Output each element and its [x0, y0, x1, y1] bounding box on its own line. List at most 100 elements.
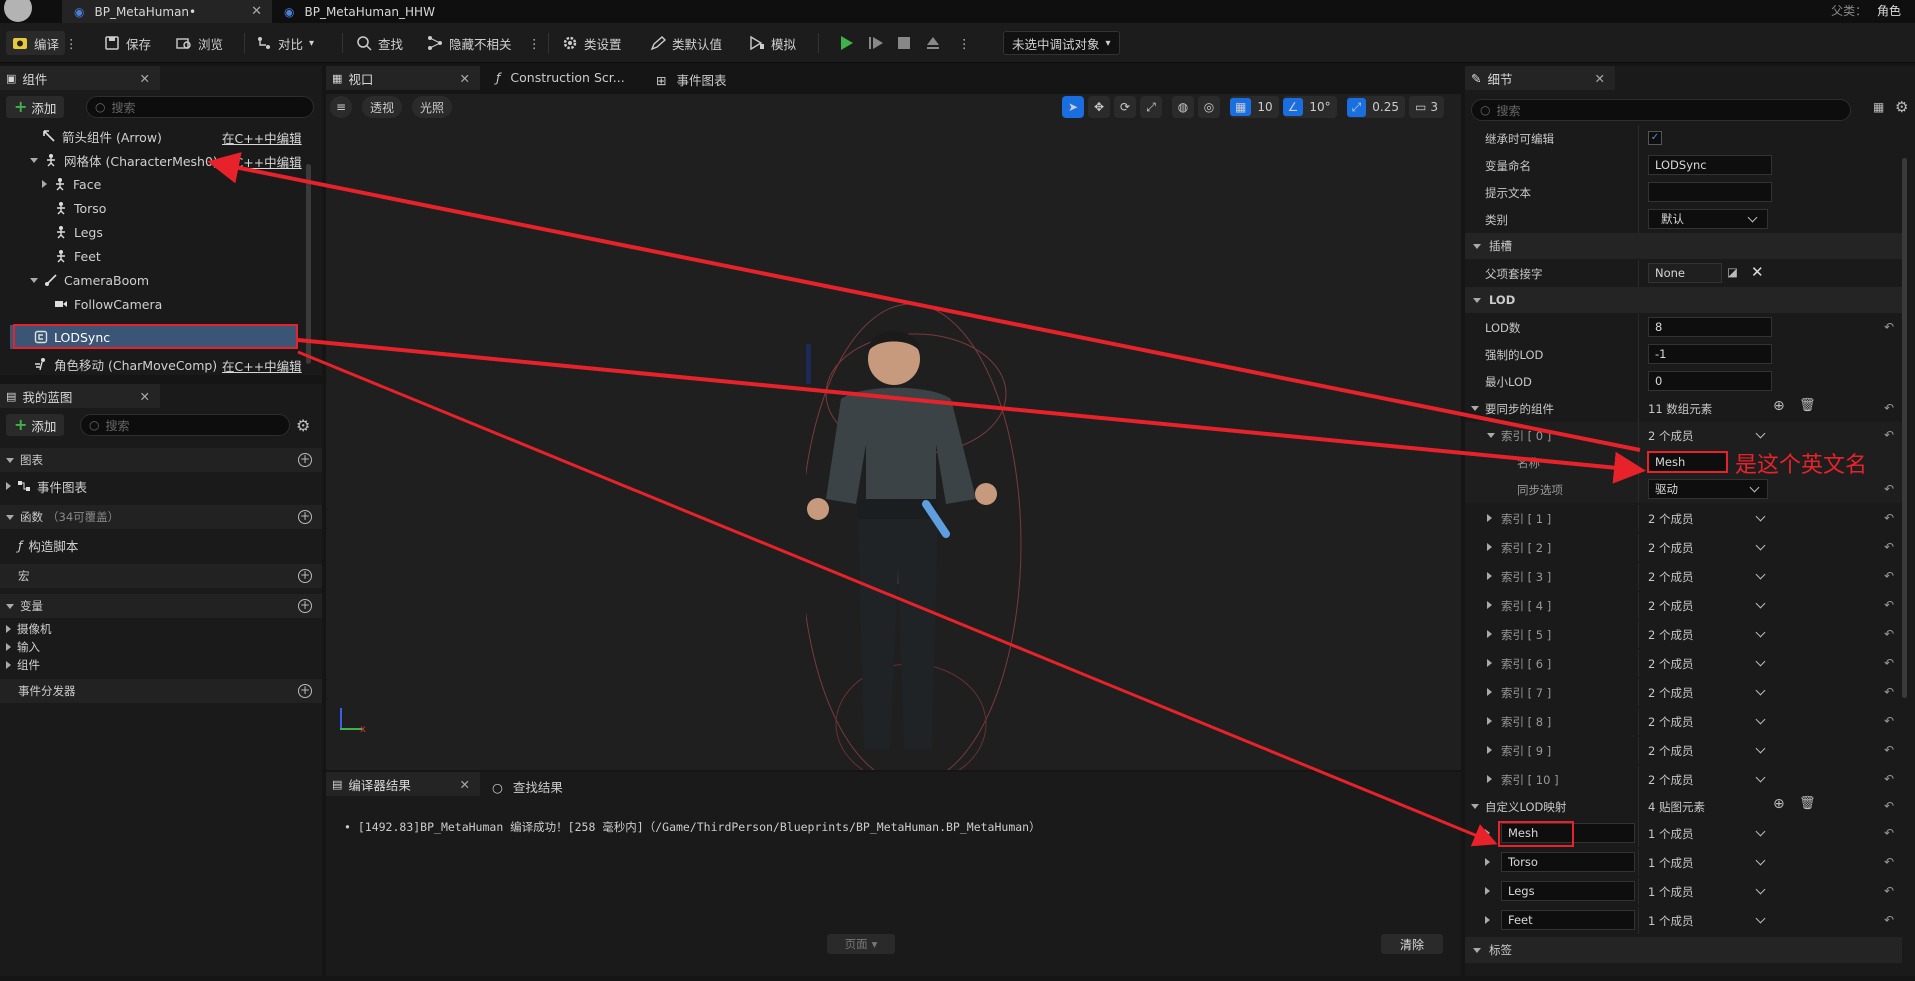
- chevron-down-icon[interactable]: [1755, 855, 1766, 866]
- chevron-down-icon[interactable]: [1755, 569, 1766, 580]
- add-function-icon[interactable]: +: [298, 510, 312, 524]
- list-item[interactable]: FollowCamera: [54, 293, 162, 315]
- expand-icon[interactable]: [1487, 746, 1492, 754]
- reset-icon[interactable]: ↶: [1884, 598, 1894, 612]
- table-view-icon[interactable]: ▦: [1873, 100, 1884, 114]
- chevron-down-icon[interactable]: [1755, 627, 1766, 638]
- add-element-icon[interactable]: ⊕: [1773, 398, 1785, 414]
- browse-socket-icon[interactable]: ◪: [1727, 265, 1738, 279]
- list-item[interactable]: Face: [42, 173, 101, 195]
- my-blueprint-tab[interactable]: ▤ 我的蓝图 ✕: [0, 384, 160, 408]
- section-tags[interactable]: 标签: [1465, 937, 1902, 963]
- chevron-down-icon[interactable]: [1755, 714, 1766, 725]
- expand-icon[interactable]: [1487, 688, 1492, 696]
- expand-icon[interactable]: [1487, 543, 1492, 551]
- components-scrollbar[interactable]: [306, 164, 311, 364]
- list-item[interactable]: 摄像机: [6, 620, 52, 638]
- parent-class-link[interactable]: 角色: [1877, 4, 1901, 18]
- expand-icon[interactable]: [6, 643, 11, 651]
- expand-icon[interactable]: [1487, 630, 1492, 638]
- chevron-down-icon[interactable]: [1755, 540, 1766, 551]
- delete-elements-icon[interactable]: 🗑: [1799, 796, 1816, 811]
- scale-tool-icon[interactable]: ⤢: [1140, 96, 1162, 118]
- delete-elements-icon[interactable]: 🗑: [1799, 398, 1816, 413]
- doc-tab-bp-metahuman-hhw[interactable]: ◉ BP_MetaHuman_HHW: [272, 0, 482, 23]
- viewport[interactable]: ≡ 透视 光照 ➤ ✥ ⟳ ⤢ ◍ ◎ ▦ 10 ∠ 10° ⤢ 0.25 ▭ 3: [326, 94, 1461, 770]
- chevron-down-icon[interactable]: [1755, 685, 1766, 696]
- close-icon[interactable]: ✕: [140, 71, 150, 86]
- clear-button[interactable]: 清除: [1381, 934, 1443, 954]
- expand-icon[interactable]: [1485, 887, 1490, 895]
- clear-socket-icon[interactable]: ✕: [1751, 263, 1764, 281]
- close-icon[interactable]: ✕: [140, 389, 150, 404]
- section-event-dispatchers[interactable]: 事件分发器 +: [0, 679, 322, 703]
- reset-icon[interactable]: ↶: [1884, 799, 1894, 813]
- my-blueprint-search-input[interactable]: ○ 搜索: [80, 414, 290, 436]
- expand-icon[interactable]: [1471, 804, 1479, 809]
- expand-icon[interactable]: [1485, 916, 1490, 924]
- sync-option-dropdown[interactable]: 驱动: [1648, 479, 1768, 499]
- reset-icon[interactable]: ↶: [1884, 627, 1894, 641]
- close-icon[interactable]: ✕: [1595, 71, 1605, 86]
- edit-in-cpp-link[interactable]: 在C++中编辑: [222, 356, 302, 375]
- details-tab[interactable]: ✎ 细节 ✕: [1465, 66, 1615, 90]
- expand-icon[interactable]: [1473, 947, 1481, 953]
- reset-icon[interactable]: ↶: [1884, 772, 1894, 786]
- list-item[interactable]: 组件: [6, 656, 40, 674]
- compile-options-icon[interactable]: ⋮: [65, 31, 78, 55]
- close-icon[interactable]: ✕: [460, 777, 470, 792]
- expand-icon[interactable]: [6, 603, 14, 609]
- reset-icon[interactable]: ↶: [1884, 714, 1894, 728]
- expand-icon[interactable]: [6, 514, 14, 520]
- page-dropdown[interactable]: 页面 ▾: [827, 934, 895, 954]
- section-variables[interactable]: 变量 +: [0, 594, 322, 618]
- parent-socket-input[interactable]: None: [1648, 263, 1722, 283]
- chevron-down-icon[interactable]: [1755, 884, 1766, 895]
- play-button[interactable]: [838, 31, 854, 55]
- list-item-lodsync[interactable]: LODSync: [34, 326, 110, 348]
- hide-unrelated-button[interactable]: 隐藏不相关: [427, 31, 512, 55]
- reset-icon[interactable]: ↶: [1884, 656, 1894, 670]
- chevron-down-icon[interactable]: [1755, 428, 1766, 439]
- checkbox[interactable]: ✓: [1648, 131, 1662, 145]
- add-macro-icon[interactable]: +: [298, 569, 312, 583]
- add-component-button[interactable]: + 添加: [6, 96, 65, 118]
- add-graph-icon[interactable]: +: [298, 453, 312, 467]
- components-search-input[interactable]: ○ 搜索: [86, 96, 314, 118]
- list-item[interactable]: 角色移动 (CharMoveComp): [34, 353, 217, 375]
- hide-unrelated-options-icon[interactable]: ⋮: [528, 31, 541, 55]
- select-tool-icon[interactable]: ➤: [1062, 96, 1084, 118]
- list-item[interactable]: CameraBoom: [30, 269, 149, 291]
- reset-icon[interactable]: ↶: [1884, 482, 1894, 496]
- list-item[interactable]: 网格体 (CharacterMesh0): [30, 149, 218, 171]
- reset-icon[interactable]: ↶: [1884, 855, 1894, 869]
- tab-construction-script[interactable]: ƒ Construction Scr...: [496, 70, 625, 85]
- reset-icon[interactable]: ↶: [1884, 569, 1894, 583]
- map-key-input[interactable]: Feet: [1501, 910, 1635, 930]
- eject-button[interactable]: [925, 31, 941, 55]
- stop-button[interactable]: [896, 31, 912, 55]
- expand-icon[interactable]: [42, 180, 47, 188]
- class-settings-button[interactable]: 类设置: [562, 31, 622, 55]
- add-element-icon[interactable]: ⊕: [1773, 796, 1785, 812]
- expand-icon[interactable]: [1471, 406, 1479, 411]
- compile-button[interactable]: 编译: [6, 31, 66, 55]
- reset-icon[interactable]: ↶: [1884, 884, 1894, 898]
- rotate-tool-icon[interactable]: ⟳: [1114, 96, 1136, 118]
- list-item[interactable]: 输入: [6, 638, 40, 656]
- scale-snap-button[interactable]: ⤢ 0.25: [1346, 96, 1405, 118]
- expand-icon[interactable]: [6, 661, 11, 669]
- expand-icon[interactable]: [6, 625, 11, 633]
- expand-icon[interactable]: [1487, 775, 1492, 783]
- details-search-input[interactable]: ○ 搜索: [1471, 99, 1851, 121]
- tab-viewport[interactable]: ▦ 视口 ✕: [326, 66, 480, 90]
- lod-count-input[interactable]: 8: [1648, 317, 1772, 337]
- section-lod[interactable]: LOD: [1465, 287, 1902, 313]
- close-icon[interactable]: ✕: [251, 4, 262, 19]
- debug-target-dropdown[interactable]: 未选中调试对象 ▾: [1003, 31, 1120, 55]
- class-defaults-button[interactable]: 类默认值: [650, 31, 722, 55]
- gear-icon[interactable]: ⚙: [1895, 98, 1908, 116]
- move-tool-icon[interactable]: ✥: [1088, 96, 1110, 118]
- chevron-down-icon[interactable]: [1755, 826, 1766, 837]
- play-options-icon[interactable]: ⋮: [958, 31, 971, 55]
